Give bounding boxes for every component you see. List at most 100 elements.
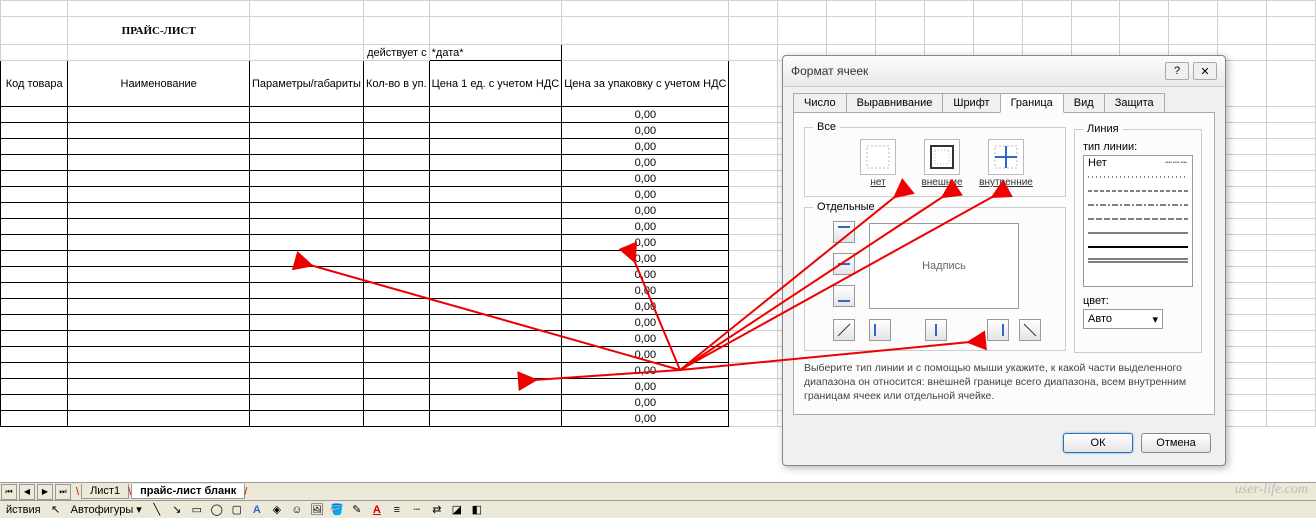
line-style-list[interactable]: Нет┈┈┈ — [1083, 155, 1193, 287]
border-right-button[interactable] — [987, 319, 1009, 341]
chevron-down-icon: ▾ — [1152, 313, 1158, 326]
col-qty: Кол-во в уп. — [363, 61, 429, 107]
date-cell[interactable]: *дата* — [429, 45, 562, 61]
autoshapes-menu[interactable]: Автофигуры ▾ — [67, 503, 146, 516]
border-left-button[interactable] — [869, 319, 891, 341]
price-pack-cell[interactable]: 0,00 — [562, 267, 729, 283]
nav-first[interactable]: ⏮ — [1, 484, 17, 500]
nav-last[interactable]: ⏭ — [55, 484, 71, 500]
font-color-icon[interactable]: A — [368, 502, 386, 518]
actions-menu[interactable]: йствия — [2, 504, 45, 516]
price-pack-cell[interactable]: 0,00 — [562, 235, 729, 251]
rect-icon[interactable]: ▭ — [188, 502, 206, 518]
line-style-item[interactable] — [1084, 170, 1192, 184]
price-pack-cell[interactable]: 0,00 — [562, 299, 729, 315]
line-color-icon[interactable]: ✎ — [348, 502, 366, 518]
line-style-item[interactable] — [1084, 184, 1192, 198]
sheet-tabs-bar: ⏮ ◀ ▶ ⏭ \ Лист1 \ прайс-лист бланк / — [0, 482, 1316, 500]
price-pack-cell[interactable]: 0,00 — [562, 379, 729, 395]
cancel-button[interactable]: Отмена — [1141, 433, 1211, 453]
presets-group: Все нет внешние внутренние — [804, 121, 1066, 197]
color-label: цвет: — [1083, 295, 1193, 307]
line-style-item[interactable] — [1084, 226, 1192, 240]
valid-from-label: действует с — [363, 45, 429, 61]
drawing-toolbar: йствия ↖ Автофигуры ▾ ╲ ↘ ▭ ◯ ▢ A ◈ ☺ 🖼 … — [0, 500, 1316, 518]
3d-icon[interactable]: ◧ — [468, 502, 486, 518]
border-diag-down-button[interactable] — [1019, 319, 1041, 341]
tab-border[interactable]: Граница — [1000, 93, 1064, 113]
price-pack-cell[interactable]: 0,00 — [562, 315, 729, 331]
preset-outline[interactable]: внешние — [917, 139, 967, 188]
shadow-icon[interactable]: ◪ — [448, 502, 466, 518]
tab-pricelist[interactable]: прайс-лист бланк — [131, 484, 245, 499]
price-pack-cell[interactable]: 0,00 — [562, 283, 729, 299]
line-type-label: тип линии: — [1083, 141, 1193, 153]
border-bottom-button[interactable] — [833, 285, 855, 307]
line-style-none[interactable]: Нет┈┈┈ — [1084, 156, 1192, 170]
color-select[interactable]: Авто▾ — [1083, 309, 1163, 329]
col-price-pack: Цена за упаковку с учетом НДС — [562, 61, 729, 107]
nav-next[interactable]: ▶ — [37, 484, 53, 500]
line-group: Линия тип линии: Нет┈┈┈ цвет: Авто▾ — [1074, 123, 1202, 353]
help-button[interactable]: ? — [1165, 62, 1189, 80]
dialog-tabs: Число Выравнивание Шрифт Граница Вид Защ… — [783, 87, 1225, 113]
tab-number[interactable]: Число — [793, 93, 847, 113]
tab-font[interactable]: Шрифт — [942, 93, 1000, 113]
format-cells-dialog: Формат ячеек ? ✕ Число Выравнивание Шриф… — [782, 55, 1226, 466]
tab-protection[interactable]: Защита — [1104, 93, 1165, 113]
border-preview[interactable]: Надпись — [869, 223, 1019, 309]
price-pack-cell[interactable]: 0,00 — [562, 171, 729, 187]
picture-icon[interactable]: 🖼 — [308, 502, 326, 518]
border-vmiddle-button[interactable] — [925, 319, 947, 341]
preset-none[interactable]: нет — [853, 139, 903, 188]
fill-color-icon[interactable]: 🪣 — [328, 502, 346, 518]
price-pack-cell[interactable]: 0,00 — [562, 139, 729, 155]
line-style-item[interactable] — [1084, 240, 1192, 254]
tab-fill[interactable]: Вид — [1063, 93, 1105, 113]
price-pack-cell[interactable]: 0,00 — [562, 107, 729, 123]
col-name: Наименование — [68, 61, 250, 107]
price-pack-cell[interactable]: 0,00 — [562, 331, 729, 347]
line-style-item[interactable] — [1084, 254, 1192, 268]
oval-icon[interactable]: ◯ — [208, 502, 226, 518]
price-pack-cell[interactable]: 0,00 — [562, 395, 729, 411]
dialog-title: Формат ячеек — [791, 64, 1161, 78]
price-pack-cell[interactable]: 0,00 — [562, 123, 729, 139]
border-diag-up-button[interactable] — [833, 319, 855, 341]
price-pack-cell[interactable]: 0,00 — [562, 187, 729, 203]
tab-alignment[interactable]: Выравнивание — [846, 93, 944, 113]
pointer-icon[interactable]: ↖ — [47, 502, 65, 518]
arrow-icon[interactable]: ↘ — [168, 502, 186, 518]
hint-text: Выберите тип линии и с помощью мыши укаж… — [804, 361, 1204, 404]
line-icon[interactable]: ╲ — [148, 502, 166, 518]
price-pack-cell[interactable]: 0,00 — [562, 347, 729, 363]
individual-legend: Отдельные — [813, 201, 879, 213]
preset-inside[interactable]: внутренние — [981, 139, 1031, 188]
line-style-item[interactable] — [1084, 212, 1192, 226]
close-button[interactable]: ✕ — [1193, 62, 1217, 80]
wordart-icon[interactable]: A — [248, 502, 266, 518]
diagram-icon[interactable]: ◈ — [268, 502, 286, 518]
clipart-icon[interactable]: ☺ — [288, 502, 306, 518]
border-hmiddle-button[interactable] — [833, 253, 855, 275]
line-style-item[interactable] — [1084, 198, 1192, 212]
line-legend: Линия — [1083, 123, 1123, 135]
tab-sheet1[interactable]: Лист1 — [81, 484, 129, 499]
nav-prev[interactable]: ◀ — [19, 484, 35, 500]
ok-button[interactable]: ОК — [1063, 433, 1133, 453]
line-weight-icon[interactable]: ≡ — [388, 502, 406, 518]
price-pack-cell[interactable]: 0,00 — [562, 155, 729, 171]
price-pack-cell[interactable]: 0,00 — [562, 251, 729, 267]
title: ПРАЙС-ЛИСТ — [68, 17, 250, 45]
price-pack-cell[interactable]: 0,00 — [562, 219, 729, 235]
col-params: Параметры/габариты — [250, 61, 364, 107]
border-top-button[interactable] — [833, 221, 855, 243]
arrow-style-icon[interactable]: ⇄ — [428, 502, 446, 518]
textbox-icon[interactable]: ▢ — [228, 502, 246, 518]
price-pack-cell[interactable]: 0,00 — [562, 203, 729, 219]
price-pack-cell[interactable]: 0,00 — [562, 411, 729, 427]
price-pack-cell[interactable]: 0,00 — [562, 363, 729, 379]
dash-style-icon[interactable]: ┄ — [408, 502, 426, 518]
individual-group: Отдельные Надпись — [804, 201, 1066, 351]
col-price1: Цена 1 ед. с учетом НДС — [429, 61, 562, 107]
